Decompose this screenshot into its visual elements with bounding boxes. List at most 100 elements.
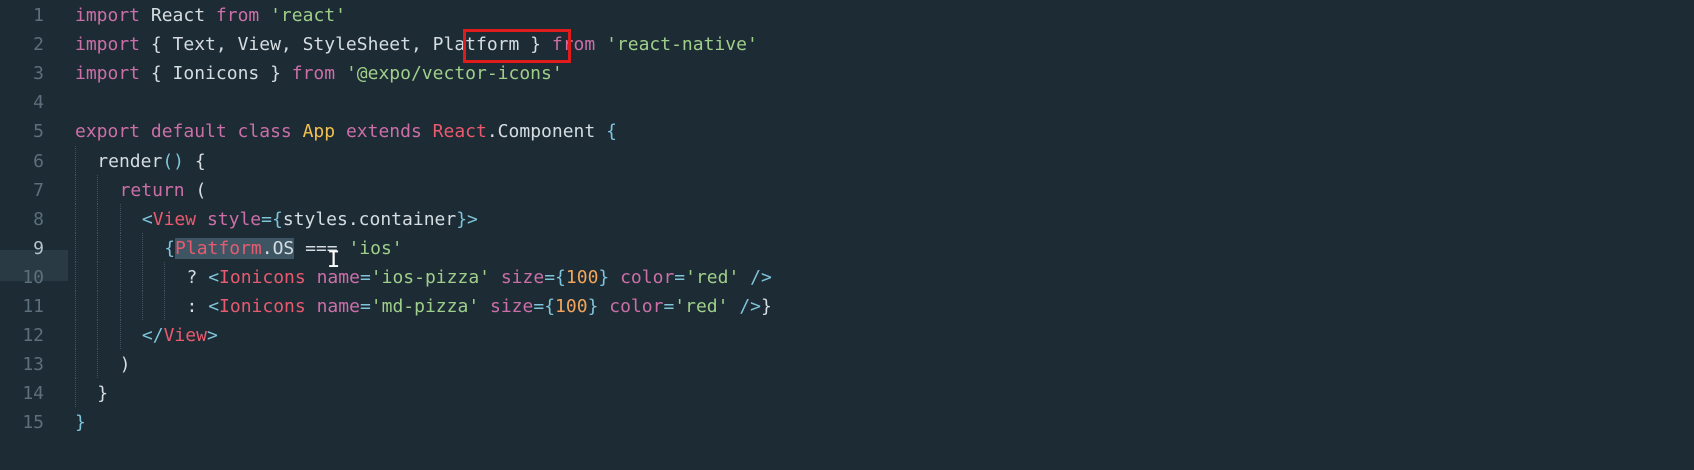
code-token: style bbox=[206, 208, 262, 230]
code-token: App bbox=[302, 121, 336, 143]
indent-guide bbox=[97, 320, 99, 350]
code-token: : bbox=[186, 296, 209, 317]
line-number: 14 bbox=[22, 383, 44, 405]
code-token: '@expo/vector-icons' bbox=[345, 63, 563, 85]
indent-guide bbox=[119, 320, 121, 350]
code-token: ={ bbox=[261, 208, 283, 230]
line-number: 6 bbox=[33, 150, 44, 172]
indent-guide bbox=[164, 291, 166, 321]
code-token: { bbox=[164, 237, 176, 259]
code-token: } bbox=[761, 296, 772, 317]
code-token: Ionicons bbox=[219, 296, 306, 317]
line-number: 13 bbox=[22, 354, 44, 376]
code-token: 'ios-pizza' bbox=[370, 266, 490, 288]
code-line[interactable]: import { Text, View, StyleSheet, Platfor… bbox=[75, 29, 758, 60]
line-number: 12 bbox=[22, 325, 44, 347]
indent-guide bbox=[75, 378, 76, 408]
code-token: View bbox=[163, 325, 207, 347]
indent-guide bbox=[97, 203, 99, 233]
indent-guide bbox=[119, 232, 121, 262]
code-token: color bbox=[620, 266, 675, 288]
line-number: 4 bbox=[33, 92, 44, 114]
code-token: 'red' bbox=[674, 296, 729, 317]
code-token: 'md-pizza' bbox=[370, 296, 480, 317]
code-line[interactable]: import React from 'react' bbox=[75, 0, 346, 31]
code-token: 'ios' bbox=[348, 237, 403, 259]
text-cursor-icon: I bbox=[327, 248, 341, 273]
code-token: from bbox=[291, 63, 336, 85]
indent-guide bbox=[141, 232, 143, 262]
code-line[interactable]: : <Ionicons name='md-pizza' size={100} c… bbox=[187, 291, 772, 322]
indent-guide bbox=[75, 145, 76, 175]
code-token: 'red' bbox=[685, 266, 740, 288]
indent-guide bbox=[97, 174, 99, 204]
line-number: 3 bbox=[33, 63, 44, 85]
indent-guide bbox=[97, 232, 99, 262]
code-token: 'react-native' bbox=[606, 34, 758, 56]
indent-guide bbox=[97, 261, 99, 291]
indent-guide bbox=[75, 320, 76, 350]
line-number: 1 bbox=[33, 5, 44, 26]
indent-guide bbox=[97, 291, 99, 321]
code-token: 100 bbox=[565, 266, 599, 288]
code-line[interactable]: return ( bbox=[120, 175, 207, 206]
code-token: name bbox=[316, 296, 360, 317]
indent-guide bbox=[164, 261, 166, 291]
line-number: 15 bbox=[22, 412, 44, 434]
line-number-gutter: 1 2 3 4 5 6 7 8 9 10 11 12 13 14 15 bbox=[0, 0, 58, 470]
code-token: from bbox=[215, 5, 260, 26]
code-line[interactable]: } bbox=[97, 378, 108, 409]
code-token: View bbox=[152, 208, 197, 230]
line-number: 10 bbox=[22, 266, 44, 288]
code-token: React bbox=[140, 5, 216, 26]
code-editor[interactable]: 1 2 3 4 5 6 7 8 9 10 11 12 13 14 15 import React from … bbox=[0, 0, 1694, 470]
code-line[interactable]: } bbox=[75, 407, 86, 438]
code-line[interactable]: {Platform.OS === 'ios' bbox=[164, 233, 403, 264]
indent-guide bbox=[97, 349, 99, 379]
code-token: () bbox=[162, 150, 185, 172]
code-token: = bbox=[359, 266, 371, 288]
indent-guide bbox=[75, 261, 76, 291]
line-number: 2 bbox=[33, 34, 44, 56]
indent-guide bbox=[119, 203, 121, 233]
code-line[interactable]: ) bbox=[120, 349, 131, 380]
indent-guide bbox=[75, 174, 76, 204]
code-line[interactable]: <View style={styles.container}> bbox=[142, 204, 478, 235]
code-line[interactable]: export default class App extends React.C… bbox=[75, 116, 617, 147]
code-line[interactable]: render() { bbox=[97, 146, 205, 177]
code-token: = bbox=[674, 266, 686, 288]
indent-guide bbox=[75, 203, 76, 233]
line-number: 5 bbox=[33, 121, 44, 143]
code-token: Platform bbox=[175, 237, 262, 259]
code-token: { Ionicons } bbox=[140, 63, 292, 85]
code-token: import bbox=[75, 63, 141, 85]
code-token: < bbox=[208, 266, 220, 288]
indent-guide bbox=[119, 261, 121, 291]
code-token: React bbox=[432, 121, 487, 143]
code-token: ={ bbox=[544, 266, 566, 288]
line-number: 8 bbox=[33, 208, 44, 230]
code-token: } bbox=[97, 383, 109, 405]
indent-guide bbox=[141, 291, 143, 321]
line-number: 9 bbox=[33, 237, 44, 259]
code-token: < bbox=[208, 296, 220, 317]
code-token: < bbox=[141, 208, 153, 230]
code-line[interactable]: </View> bbox=[142, 320, 218, 351]
code-token: } bbox=[598, 266, 610, 288]
annotation-highlight-box bbox=[463, 29, 571, 63]
code-line[interactable]: ? <Ionicons name='ios-pizza' size={100} … bbox=[187, 262, 772, 293]
code-token: .OS bbox=[261, 237, 295, 259]
code-token: size bbox=[500, 266, 545, 288]
code-token: > bbox=[206, 325, 218, 347]
indent-guide bbox=[75, 291, 76, 321]
code-token: ={ bbox=[533, 296, 556, 317]
code-token: Ionicons bbox=[219, 266, 306, 288]
code-token: color bbox=[609, 296, 664, 317]
